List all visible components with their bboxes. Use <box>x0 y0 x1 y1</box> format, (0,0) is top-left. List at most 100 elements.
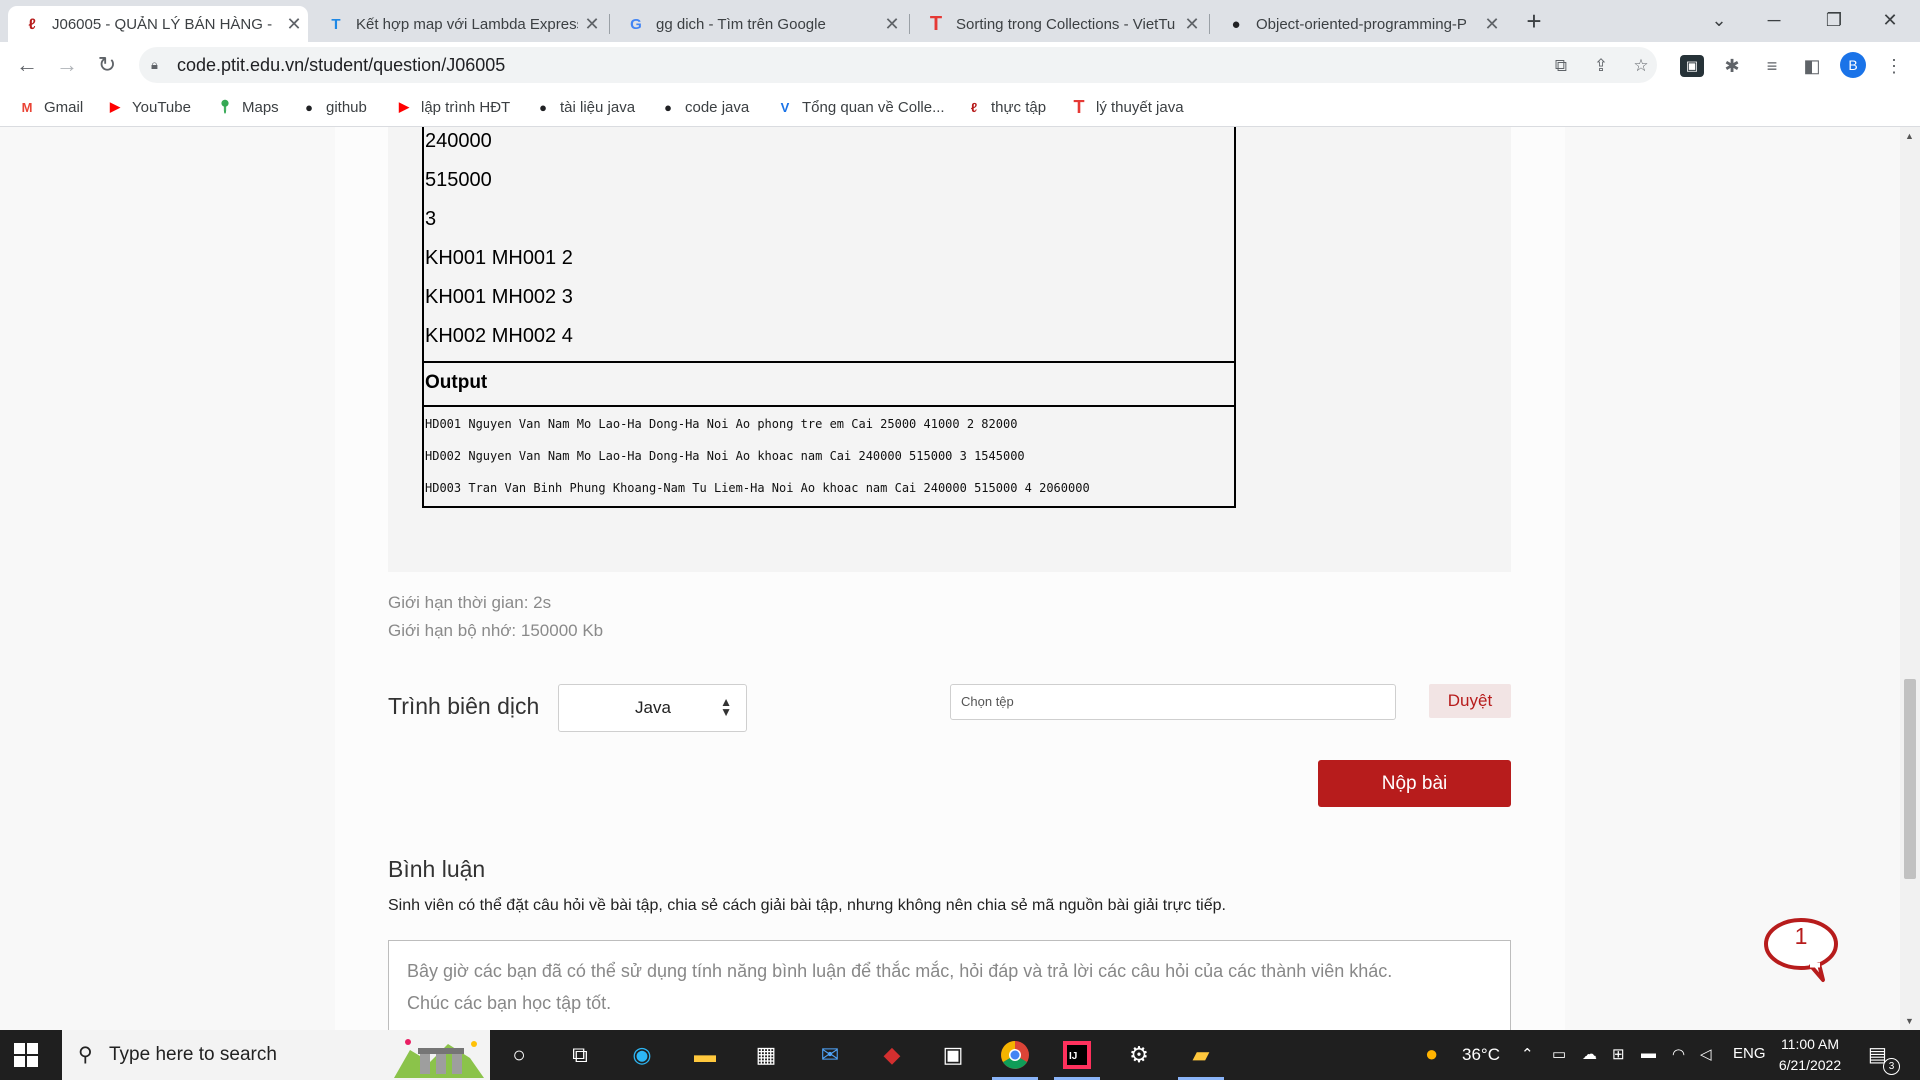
media-control-icon[interactable]: ≡ <box>1760 55 1784 77</box>
bookmark-thuc-tap[interactable]: ℓ thực tập <box>965 97 1046 117</box>
forward-icon[interactable]: → <box>52 50 82 80</box>
youtube-icon: ▶ <box>110 99 120 114</box>
badge-count: 1 <box>1794 923 1808 949</box>
bookmark-lap-trinh-hdt[interactable]: ▶ lập trình HĐT <box>395 97 510 117</box>
meet-icon[interactable]: ▭ <box>1552 1045 1566 1063</box>
bookmark-label: tài liệu java <box>560 98 636 116</box>
tab-viettuts[interactable]: T Sorting trong Collections - VietTu ✕ <box>912 6 1206 42</box>
tab-separator <box>1209 14 1210 34</box>
tray-chevron-icon[interactable]: ⌃ <box>1521 1045 1534 1063</box>
mail-icon[interactable]: ✉ <box>813 1038 847 1072</box>
url-text: code.ptit.edu.vn/student/question/J06005 <box>177 54 506 75</box>
back-icon[interactable]: ← <box>12 50 42 80</box>
bookmark-gmail[interactable]: M Gmail <box>18 97 84 117</box>
bookmark-label: code java <box>685 98 750 116</box>
close-icon[interactable]: ✕ <box>1178 14 1206 35</box>
comment-input[interactable]: Bây giờ các bạn đã có thể sử dụng tính n… <box>388 940 1511 1030</box>
extensions-puzzle-icon[interactable]: ✱ <box>1720 55 1744 77</box>
input-language[interactable]: ENG <box>1733 1045 1766 1062</box>
comment-count-badge[interactable]: 1 <box>1763 916 1843 986</box>
chrome-icon[interactable] <box>992 1038 1038 1080</box>
clock-date: 6/21/2022 <box>1778 1057 1842 1073</box>
translate-icon[interactable]: ⧉ <box>1550 55 1572 77</box>
taskbar-clock[interactable]: 11:00 AM 6/21/2022 <box>1770 1034 1850 1076</box>
close-window-icon[interactable]: ✕ <box>1868 0 1912 40</box>
security-icon[interactable]: ⊞ <box>1612 1045 1625 1063</box>
tab-title: Sorting trong Collections - VietTu <box>956 15 1176 33</box>
viettuts-icon: T <box>929 12 943 35</box>
maps-icon: 📍︎ <box>216 99 234 114</box>
submit-button[interactable]: Nộp bài <box>1318 760 1511 807</box>
input-line: KH001 MH001 2 <box>425 247 573 269</box>
file-explorer-icon[interactable]: ▬ <box>688 1038 722 1072</box>
close-icon[interactable]: ✕ <box>280 14 308 35</box>
tab-title: J06005 - QUẢN LÝ BÁN HÀNG - <box>52 15 273 33</box>
volume-icon[interactable]: ◁ <box>1700 1045 1712 1063</box>
task-view-icon[interactable]: ⧉ <box>563 1038 597 1072</box>
github-icon: ● <box>305 99 313 115</box>
bookmark-github[interactable]: ● github <box>300 97 367 117</box>
tab-title: gg dich - Tìm trên Google <box>656 15 826 33</box>
scroll-thumb[interactable] <box>1904 679 1916 879</box>
store-icon[interactable]: ▦ <box>749 1038 783 1072</box>
bookmark-label: Tổng quan về Colle... <box>802 98 945 116</box>
bookmark-tai-lieu-java[interactable]: ● tài liệu java <box>534 97 635 117</box>
settings-gear-icon[interactable]: ⚙ <box>1122 1038 1156 1072</box>
file-input[interactable]: Chọn tệp <box>950 684 1396 720</box>
app-grid-icon[interactable]: ▣ <box>936 1038 970 1072</box>
browse-button[interactable]: Duyệt <box>1429 684 1511 718</box>
close-icon[interactable]: ✕ <box>1478 14 1506 35</box>
language-select[interactable]: Java ▲ ▼ <box>558 684 747 732</box>
cortana-icon[interactable]: ○ <box>502 1038 536 1072</box>
side-panel-icon[interactable]: ◧ <box>1800 55 1824 77</box>
sticky-notes-icon[interactable]: ▰ <box>1178 1038 1224 1080</box>
bookmark-tong-quan-collections[interactable]: V Tổng quan về Colle... <box>776 97 945 117</box>
profile-avatar[interactable]: B <box>1840 52 1866 78</box>
tab-github[interactable]: ● Object-oriented-programming-P ✕ <box>1212 6 1506 42</box>
weather-temp[interactable]: 36°C <box>1462 1045 1500 1065</box>
close-icon[interactable]: ✕ <box>878 14 906 35</box>
scroll-up-icon[interactable]: ▲ <box>1905 131 1914 141</box>
new-tab-button[interactable]: + <box>1519 6 1549 36</box>
scroll-down-icon[interactable]: ▼ <box>1905 1016 1914 1026</box>
bookmark-star-icon[interactable]: ☆ <box>1630 55 1652 77</box>
youtube-icon: ▶ <box>399 99 409 114</box>
tab-separator <box>909 14 910 34</box>
tab-separator <box>609 14 610 34</box>
onedrive-icon[interactable]: ☁ <box>1582 1045 1597 1063</box>
ptit-icon: ℓ <box>28 15 36 33</box>
edge-icon[interactable]: ◉ <box>625 1038 659 1072</box>
github-icon: ● <box>1231 15 1241 33</box>
bookmark-code-java[interactable]: ● code java <box>659 97 749 117</box>
chrome-logo-icon <box>1001 1041 1029 1069</box>
output-line: HD001 Nguyen Van Nam Mo Lao-Ha Dong-Ha N… <box>425 417 1018 431</box>
share-icon[interactable]: ⇪ <box>1590 55 1612 77</box>
tab-lambda[interactable]: T Kết hợp map với Lambda Express ✕ <box>312 6 606 42</box>
tab-search-icon[interactable]: ⌄ <box>1697 0 1741 40</box>
input-line: 240000 <box>425 130 492 152</box>
wifi-icon[interactable]: ◠ <box>1672 1045 1685 1063</box>
minimize-icon[interactable]: ─ <box>1752 0 1796 40</box>
select-arrows-icon: ▲ ▼ <box>720 695 732 719</box>
bookmark-maps[interactable]: 📍︎ Maps <box>216 97 279 117</box>
tab-j06005[interactable]: ℓ J06005 - QUẢN LÝ BÁN HÀNG - ✕ <box>8 6 308 42</box>
address-bar[interactable]: 🔒︎ code.ptit.edu.vn/student/question/J06… <box>139 47 1657 83</box>
battery-icon[interactable]: ▬ <box>1641 1045 1656 1062</box>
close-icon[interactable]: ✕ <box>578 14 606 35</box>
bookmark-ly-thuyet-java[interactable]: T lý thuyết java <box>1070 97 1184 117</box>
windows-start-icon[interactable] <box>14 1043 38 1067</box>
reload-icon[interactable]: ↻ <box>92 50 122 80</box>
game-app-icon[interactable]: ◆ <box>875 1038 909 1072</box>
comments-note: Sinh viên có thể đặt câu hỏi về bài tập,… <box>388 897 1226 914</box>
extension-icon[interactable]: ▣ <box>1680 55 1704 77</box>
bookmark-label: YouTube <box>132 98 191 116</box>
input-line: KH001 MH002 3 <box>425 286 573 308</box>
restore-icon[interactable]: ❐ <box>1812 0 1856 40</box>
menu-kebab-icon[interactable]: ⋮ <box>1882 55 1906 77</box>
bookmark-label: Gmail <box>44 98 84 116</box>
tab-google[interactable]: G gg dich - Tìm trên Google ✕ <box>612 6 906 42</box>
intellij-icon[interactable]: IJ <box>1054 1038 1100 1080</box>
taskbar-search[interactable]: ⚲ Type here to search <box>62 1030 490 1080</box>
page-scrollbar[interactable]: ▲ ▼ <box>1900 127 1920 1030</box>
bookmark-youtube[interactable]: ▶ YouTube <box>106 97 191 117</box>
